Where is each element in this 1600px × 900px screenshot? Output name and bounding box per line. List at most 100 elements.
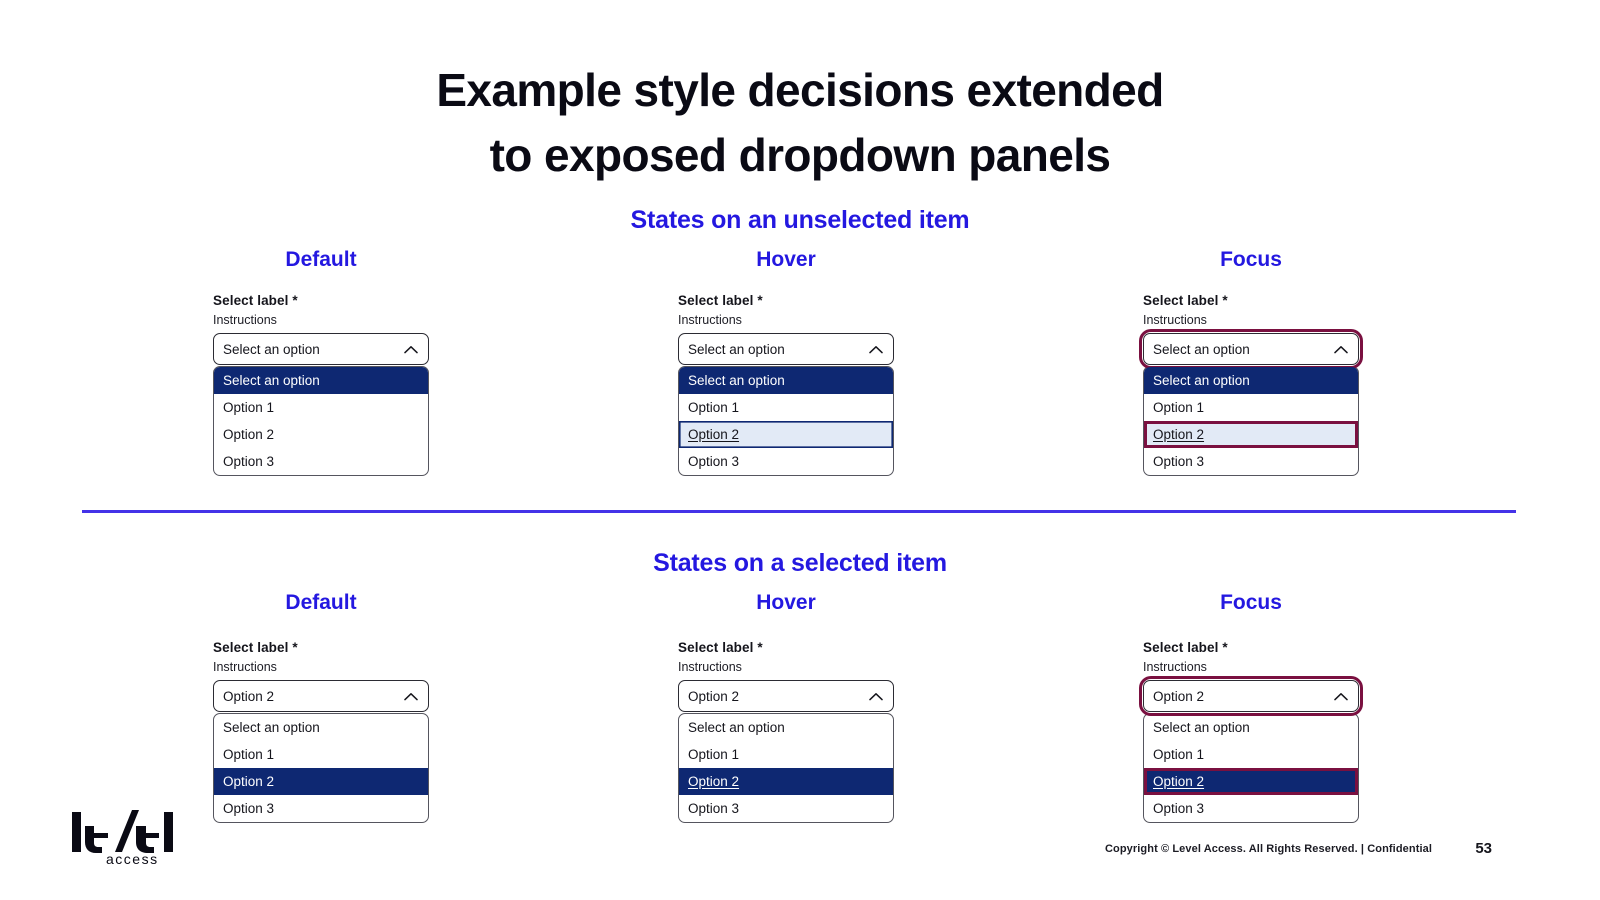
select-option[interactable]: Select an option xyxy=(1144,714,1358,741)
select-option[interactable]: Select an option xyxy=(679,714,893,741)
select-option[interactable]: Option 1 xyxy=(1144,394,1358,421)
select-field-instructions: Instructions xyxy=(678,660,742,674)
select-option[interactable]: Option 2 xyxy=(214,421,428,448)
select-option[interactable]: Option 3 xyxy=(679,795,893,822)
select-field-instructions: Instructions xyxy=(678,313,742,327)
select-option-label: Select an option xyxy=(688,373,785,388)
select-option[interactable]: Option 1 xyxy=(214,741,428,768)
chevron-up-icon xyxy=(404,345,418,354)
select-option[interactable]: Option 1 xyxy=(679,394,893,421)
select-widget-selected-default: Select label * Instructions Option 2 Select… xyxy=(213,640,429,823)
select-trigger[interactable]: Select an option xyxy=(678,333,894,365)
section-heading-unselected: States on an unselected item xyxy=(630,206,970,234)
svg-text:access: access xyxy=(106,851,159,866)
select-field-instructions: Instructions xyxy=(1143,660,1207,674)
select-option[interactable]: Option 1 xyxy=(679,741,893,768)
select-trigger-wrapper: Option 2 xyxy=(213,680,429,712)
select-option-label: Option 1 xyxy=(1153,400,1205,415)
select-option-label: Option 2 xyxy=(1153,774,1205,789)
chevron-up-icon xyxy=(404,692,418,701)
select-widget-selected-hover: Select label * Instructions Option 2 Select… xyxy=(678,640,894,823)
select-option[interactable]: Option 3 xyxy=(214,448,428,475)
select-listbox: Select an option Option 1 Option 2 Option 3 xyxy=(1143,713,1359,823)
select-field-label: Select label * xyxy=(1143,640,1228,655)
select-option[interactable]: Option 3 xyxy=(214,795,428,822)
select-option[interactable]: Option 1 xyxy=(214,394,428,421)
select-trigger-value: Option 2 xyxy=(1153,688,1205,704)
select-trigger-wrapper: Select an option xyxy=(213,333,429,365)
select-trigger[interactable]: Option 2 xyxy=(1143,680,1359,712)
select-trigger-wrapper: Select an option xyxy=(678,333,894,365)
select-option-label: Option 3 xyxy=(223,801,275,816)
select-option-label: Option 2 xyxy=(223,427,275,442)
select-listbox: Select an option Option 1 Option 2 Option 3 xyxy=(678,366,894,476)
select-field-instructions: Instructions xyxy=(1143,313,1207,327)
select-trigger-value: Option 2 xyxy=(688,688,740,704)
select-listbox: Select an option Option 1 Option 2 Option 3 xyxy=(213,366,429,476)
select-option[interactable]: Option 1 xyxy=(1144,741,1358,768)
select-option[interactable]: Option 2 xyxy=(1144,421,1358,448)
column-title-focus: Focus xyxy=(1220,591,1282,614)
select-widget-selected-focus: Select label * Instructions Option 2 Select… xyxy=(1139,640,1363,823)
select-trigger[interactable]: Option 2 xyxy=(213,680,429,712)
select-option-label: Select an option xyxy=(688,720,785,735)
copyright-text: Copyright © Level Access. All Rights Res… xyxy=(1105,843,1432,855)
select-option[interactable]: Option 3 xyxy=(1144,795,1358,822)
select-option-label: Option 2 xyxy=(223,774,275,789)
select-option[interactable]: Select an option xyxy=(214,714,428,741)
select-option-label: Option 3 xyxy=(1153,801,1205,816)
select-option[interactable]: Select an option xyxy=(214,367,428,394)
select-trigger-wrapper: Option 2 xyxy=(1139,676,1363,716)
select-option-label: Select an option xyxy=(1153,720,1250,735)
select-widget-unselected-hover: Select label * Instructions Select an opti… xyxy=(678,293,894,476)
column-title-focus: Focus xyxy=(1220,248,1282,271)
select-option[interactable]: Option 2 xyxy=(214,768,428,795)
select-option[interactable]: Option 2 xyxy=(679,768,893,795)
page-number: 53 xyxy=(1475,840,1492,857)
select-option-label: Option 1 xyxy=(223,400,275,415)
select-option-label: Select an option xyxy=(223,373,320,388)
select-trigger[interactable]: Select an option xyxy=(1143,333,1359,365)
select-trigger-value: Select an option xyxy=(688,341,785,357)
select-trigger-value: Select an option xyxy=(1153,341,1250,357)
select-trigger-value: Option 2 xyxy=(223,688,275,704)
select-option-label: Select an option xyxy=(1153,373,1250,388)
select-option[interactable]: Select an option xyxy=(1144,367,1358,394)
select-option-label: Option 3 xyxy=(223,454,275,469)
select-trigger[interactable]: Option 2 xyxy=(678,680,894,712)
chevron-up-icon xyxy=(869,345,883,354)
select-option-label: Option 2 xyxy=(1153,427,1205,442)
chevron-up-icon xyxy=(1334,345,1348,354)
select-listbox: Select an option Option 1 Option 2 Option 3 xyxy=(678,713,894,823)
select-widget-unselected-default: Select label * Instructions Select an opti… xyxy=(213,293,429,476)
page-title: Example style decisions extended to expo… xyxy=(0,58,1600,189)
select-option-label: Option 3 xyxy=(688,801,740,816)
chevron-up-icon xyxy=(869,692,883,701)
page-title-line-2: to exposed dropdown panels xyxy=(489,129,1111,182)
select-option-label: Select an option xyxy=(223,720,320,735)
column-title-hover: Hover xyxy=(756,591,816,614)
chevron-up-icon xyxy=(1334,692,1348,701)
level-access-logo: access xyxy=(72,808,180,866)
select-option-label: Option 1 xyxy=(688,747,740,762)
select-field-label: Select label * xyxy=(678,293,763,308)
select-listbox: Select an option Option 1 Option 2 Option 3 xyxy=(213,713,429,823)
select-trigger[interactable]: Select an option xyxy=(213,333,429,365)
column-title-default: Default xyxy=(285,248,357,271)
select-option-label: Option 3 xyxy=(688,454,740,469)
select-listbox: Select an option Option 1 Option 2 Option 3 xyxy=(1143,366,1359,476)
section-divider xyxy=(82,510,1516,513)
select-field-label: Select label * xyxy=(1143,293,1228,308)
column-title-hover: Hover xyxy=(756,248,816,271)
select-option[interactable]: Option 2 xyxy=(1144,768,1358,795)
select-field-instructions: Instructions xyxy=(213,313,277,327)
select-trigger-wrapper: Select an option xyxy=(1139,329,1363,369)
select-option-label: Option 1 xyxy=(1153,747,1205,762)
section-heading-selected: States on a selected item xyxy=(653,549,947,577)
select-option[interactable]: Option 3 xyxy=(1144,448,1358,475)
select-option[interactable]: Option 2 xyxy=(679,421,893,448)
select-option[interactable]: Option 3 xyxy=(679,448,893,475)
select-option[interactable]: Select an option xyxy=(679,367,893,394)
select-trigger-value: Select an option xyxy=(223,341,320,357)
select-field-instructions: Instructions xyxy=(213,660,277,674)
